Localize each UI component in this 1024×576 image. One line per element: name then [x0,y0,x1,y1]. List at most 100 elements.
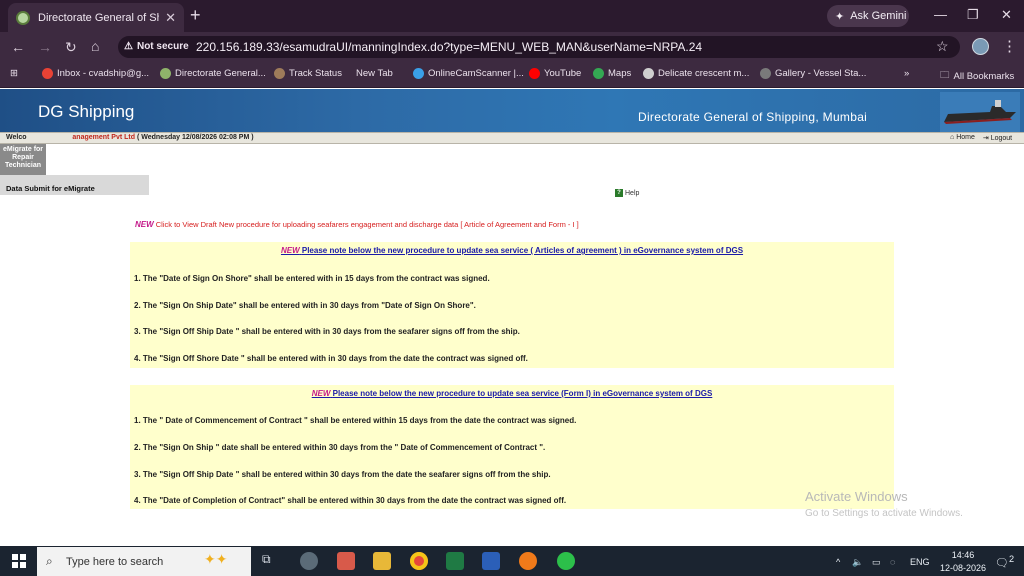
bookmark-favicon-icon [593,68,604,79]
more-bookmarks-icon[interactable]: » [904,68,909,79]
home-icon[interactable]: ⌂ [91,39,99,53]
reload-icon[interactable]: ↻ [65,40,77,54]
new-tab-button[interactable]: + [190,6,201,24]
site-security-chip[interactable]: ⚠ Not secure [124,41,189,52]
bookmark-item[interactable]: New Tab [352,68,393,79]
ask-gemini-label: Ask Gemini [850,10,907,22]
welcome-prefix: Welco [6,134,27,141]
bookmark-item[interactable]: Inbox - cvadship@g... [42,68,149,79]
bookmark-item[interactable]: Track Status [274,68,342,79]
search-icon: ⌕ [46,554,53,568]
bookmark-label: Delicate crescent m... [658,68,750,79]
firefox-icon[interactable] [519,552,537,570]
ask-gemini-button[interactable]: ✦ Ask Gemini [827,5,909,27]
bookmark-label: New Tab [356,68,393,79]
task-view-icon[interactable]: ⧉ [262,552,280,570]
chrome-icon[interactable] [410,552,428,570]
bookmark-label: YouTube [544,68,582,79]
taskbar-app-icon[interactable] [337,552,355,570]
restore-icon[interactable]: ❐ [967,7,979,23]
panel2-rule: 2. The "Sign On Ship " date shall be ent… [134,443,546,452]
battery-icon[interactable]: ▭ [872,557,881,568]
bookmark-item[interactable]: YouTube [529,68,581,79]
all-bookmarks-folder[interactable]: 🗀 All Bookmarks [940,68,1014,84]
menu-kebab-icon[interactable]: ⋮ [1002,37,1017,55]
emigrate-repair-technician-menu[interactable]: eMigrate for Repair Technician [0,144,46,175]
welcome-org: anagement Pvt Ltd [72,134,136,141]
new-badge: NEW [280,246,300,255]
help-label: Help [625,189,640,197]
notifications-icon[interactable]: 🗨2 [995,554,1014,570]
panel2-rule: 4. The "Date of Completion of Contract" … [134,496,567,505]
panel1-rule: 2. The "Sign On Ship Date" shall be ente… [134,301,476,310]
bookmark-item[interactable]: Directorate General... [160,68,266,79]
welcome-text: Welco anagement Pvt Ltd ( Wednesday 12/0… [6,134,254,141]
new-badge: NEW [311,389,331,398]
bookmark-label: Track Status [289,68,342,79]
panel2-rule: 3. The "Sign Off Ship Date " shall be en… [134,470,551,479]
help-link[interactable]: ? Help [615,189,639,197]
logout-link[interactable]: ⇥ Logout [983,134,1012,142]
bookmark-star-icon[interactable]: ☆ [936,38,949,55]
browser-tab[interactable]: Directorate General of Shipping ✕ [8,3,184,32]
back-icon[interactable]: ← [11,40,25,54]
taskbar-search-placeholder: Type here to search [66,556,164,568]
not-secure-label: Not secure [136,41,189,52]
home-link[interactable]: ⌂ Home [950,134,975,142]
wechat-icon[interactable] [557,552,575,570]
panel1-rule: 1. The "Date of Sign On Shore" shall be … [134,274,490,283]
file-explorer-icon[interactable] [373,552,391,570]
close-window-icon[interactable]: ✕ [1001,7,1012,23]
logout-link-label: Logout [990,135,1013,142]
bookmark-label: Gallery - Vessel Sta... [775,68,867,79]
bookmark-favicon-icon [529,68,540,79]
close-tab-icon[interactable]: ✕ [165,10,176,26]
draft-procedure-text: Click to View Draft New procedure for up… [155,220,579,229]
clock-date: 12-08-2026 [940,563,987,573]
apps-grid-icon[interactable]: ⊞ [10,68,18,79]
bookmark-item[interactable]: Gallery - Vessel Sta... [760,68,866,79]
all-bookmarks-label: All Bookmarks [953,70,1015,82]
word-icon[interactable] [482,552,500,570]
site-title: DG Shipping [38,102,135,121]
search-highlight-icon: ✦✦ [204,551,228,567]
ship-image [940,92,1020,132]
url-text[interactable]: 220.156.189.33/esamudraUI/manningIndex.d… [196,40,702,54]
taskbar-clock[interactable]: 14:46 12-08-2026 [940,549,986,575]
bookmark-item[interactable]: Delicate crescent m... [643,68,749,79]
panel1-heading-text: Please note below the new procedure to u… [301,246,744,255]
welcome-date: ( Wednesday 12/08/2026 02:08 PM ) [136,134,254,141]
bookmark-favicon-icon [643,68,654,79]
form-i-panel: NEW Please note below the new procedure … [130,385,894,509]
show-hidden-icons[interactable]: ^ [836,557,840,567]
panel1-heading[interactable]: NEW Please note below the new procedure … [130,242,894,255]
home-link-label: Home [956,134,975,141]
language-indicator[interactable]: ENG [910,557,930,567]
bookmark-item[interactable]: Maps [593,68,631,79]
profile-avatar[interactable] [972,38,989,55]
activate-windows-subtitle: Go to Settings to activate Windows. [805,508,963,519]
gemini-sparkle-icon: ✦ [835,10,845,23]
bookmark-item[interactable]: OnlineCamScanner |... [413,68,524,79]
network-icon[interactable]: ◌ [890,557,895,567]
folder-icon: 🗀 [940,70,950,81]
taskbar-app-icon[interactable] [300,552,318,570]
bookmark-favicon-icon [413,68,424,79]
windows-start-icon[interactable] [12,554,26,568]
draft-procedure-link[interactable]: NEW Click to View Draft New procedure fo… [135,220,579,229]
minimize-icon[interactable]: — [934,7,947,22]
warning-icon: ⚠ [124,41,133,52]
panel1-rule: 3. The "Sign Off Ship Date " shall be en… [134,327,520,336]
data-submit-emigrate-link[interactable]: Data Submit for eMigrate [0,175,149,195]
forward-icon[interactable]: → [38,40,52,54]
org-full-name: Directorate General of Shipping, Mumbai [638,110,868,124]
notification-count: 2 [1008,554,1015,564]
bookmark-label: OnlineCamScanner |... [428,68,524,79]
panel1-rule: 4. The "Sign Off Shore Date " shall be e… [134,354,528,363]
excel-icon[interactable] [446,552,464,570]
bookmark-favicon-icon [160,68,171,79]
volume-icon[interactable]: 🔈 [852,557,863,568]
bookmark-label: Directorate General... [175,68,266,79]
bookmark-favicon-icon [760,68,771,79]
panel2-heading[interactable]: NEW Please note below the new procedure … [130,385,894,398]
